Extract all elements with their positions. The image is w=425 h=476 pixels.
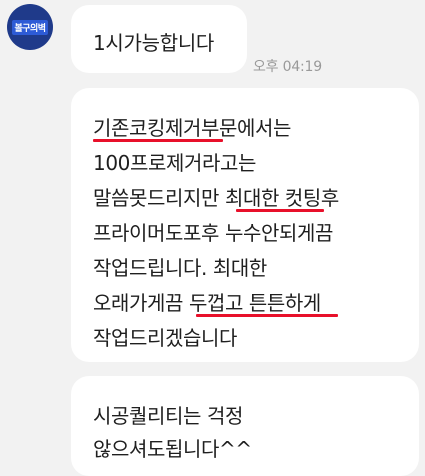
message-line: 기존코킹제거부문에서는 bbox=[93, 116, 291, 140]
message-line: 오래가게끔 두껍고 튼튼하게 bbox=[93, 291, 321, 315]
message-bubble-1[interactable]: 1시가능합니다 bbox=[71, 5, 247, 73]
message-bubble-3[interactable]: 시공퀄리티는 걱정 않으셔도됩니다^^ bbox=[71, 376, 419, 476]
message-line: 프라이머도포후 누수안되게끔 bbox=[93, 221, 333, 245]
message-line: 않으셔도됩니다^^ bbox=[93, 437, 252, 461]
message-line: 시공퀄리티는 걱정 bbox=[93, 404, 243, 428]
message-timestamp: 오후 04:19 bbox=[253, 59, 322, 75]
red-underline-annotation bbox=[236, 209, 324, 212]
red-underline-annotation bbox=[196, 314, 338, 317]
message-text: 1시가능합니다 bbox=[93, 31, 215, 55]
message-line: 100프로제거라고는 bbox=[93, 151, 256, 175]
message-bubble-2[interactable]: 기존코킹제거부문에서는 100프로제거라고는 말씀못드리지만 최대한 컷팅후 프… bbox=[71, 88, 419, 362]
message-line: 작업드리겠습니다 bbox=[93, 326, 237, 350]
message-line: 말씀못드리지만 최대한 컷팅후 bbox=[93, 186, 339, 210]
red-underline-annotation bbox=[93, 139, 223, 142]
avatar-logo-text: 볼구의벽 bbox=[12, 19, 48, 35]
message-line: 작업드립니다. 최대한 bbox=[93, 256, 267, 280]
sender-avatar[interactable]: 볼구의벽 bbox=[7, 4, 53, 50]
